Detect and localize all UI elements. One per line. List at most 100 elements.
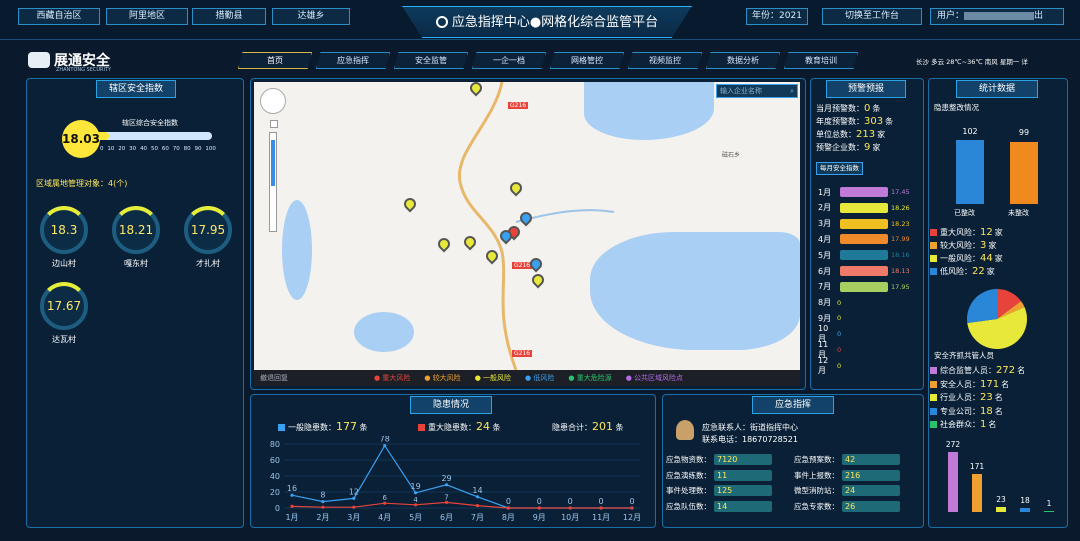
nav-data[interactable]: 数据分析 (706, 52, 780, 69)
monthly-index-button[interactable]: 每月安全指数 (816, 162, 863, 175)
month-row: 4月 17.99 (818, 233, 910, 245)
scale-tick: 30 (129, 146, 137, 152)
x-tick: 9月 (533, 513, 546, 522)
series-point (475, 495, 480, 499)
x-tick: 10月 (561, 513, 579, 522)
done-label: 已整改 (954, 209, 975, 217)
nav-home[interactable]: 首页 (238, 52, 312, 69)
staff-value: 171 (980, 378, 1000, 390)
contact-label: 应急联系人： (702, 423, 750, 432)
x-tick: 8月 (502, 513, 515, 522)
total-value: 201 (592, 420, 613, 433)
village-name: 嘎东村 (124, 259, 148, 268)
search-icon[interactable]: ⌕ (790, 85, 794, 97)
legend-general: ● 一般风险 (474, 374, 512, 382)
x-tick: 11月 (592, 513, 610, 522)
legend-swatch (930, 229, 937, 236)
risk-pin[interactable] (507, 179, 525, 198)
month-value: 0 (837, 330, 842, 339)
month-row: 11月 0 (818, 340, 841, 359)
risk-pin[interactable] (529, 271, 547, 290)
y-tick: 80 (270, 440, 280, 449)
prefecture-button[interactable]: 阿里地区 (106, 8, 188, 25)
scale-tick: 50 (150, 146, 158, 152)
village-name: 才扎村 (196, 259, 220, 268)
stat-label: 当月预警数： (816, 104, 864, 113)
staff-bar-value: 23 (996, 494, 1006, 504)
month-value: 0 (837, 314, 842, 323)
data-label: 19 (411, 482, 421, 491)
staff-label: 行业人员： (940, 393, 980, 402)
map-search-input[interactable]: 输入企业名称 ⌕ (716, 84, 798, 98)
legend-text: 重大风险 (382, 374, 411, 382)
nav-grid[interactable]: 网格管控 (550, 52, 624, 69)
month-value: 18.16 (891, 251, 910, 260)
major-label: 重大隐患数： (428, 423, 476, 432)
contact-value: 街道指挥中心 (750, 423, 798, 432)
unit: 条 (492, 423, 501, 432)
staff-list: 综合监管人员：272 名安全人员：171 名行业人员：23 名专业公司：18 名社会群众… (930, 364, 1025, 432)
nav-safety[interactable]: 安全监管 (394, 52, 468, 69)
phone-value: 18670728521 (742, 435, 798, 444)
nav-video[interactable]: 视频监控 (628, 52, 702, 69)
emergency-item-value: 216 (842, 469, 900, 481)
scale-tick: 0 (100, 146, 104, 152)
pie-slice (967, 289, 997, 324)
map-pan-control[interactable] (260, 88, 286, 114)
risk-value: 12 (980, 227, 993, 238)
risk-pin[interactable] (497, 227, 515, 246)
month-row: 8月 0 (818, 297, 841, 309)
nav-training[interactable]: 教育培训 (784, 52, 858, 69)
month-label: 6月 (818, 266, 832, 276)
risk-pin[interactable] (461, 233, 479, 252)
data-label: 12 (349, 487, 359, 496)
staff-unit: 名 (988, 420, 997, 429)
general-label: 一般隐患数： (288, 423, 336, 432)
month-row: 6月 18.13 (818, 265, 910, 277)
nav-emergency[interactable]: 应急指挥 (316, 52, 390, 69)
logout-link[interactable]: 出 (1034, 11, 1043, 21)
index-value: 18.03 (62, 120, 100, 158)
stats-title: 统计数据 (956, 80, 1038, 98)
legend-swatch (278, 424, 285, 431)
x-tick: 6月 (440, 513, 453, 522)
month-value: 17.99 (891, 235, 910, 244)
staff-unit: 名 (1017, 366, 1026, 375)
county-button[interactable]: 措勤县 (192, 8, 266, 25)
risk-pin[interactable] (527, 255, 545, 274)
user-info[interactable]: 用户： 出 (930, 8, 1064, 25)
stat-label: 年度预警数： (816, 117, 864, 126)
series-point (321, 500, 325, 504)
month-row: 12月 0 (818, 356, 841, 375)
risk-pin[interactable] (517, 209, 535, 228)
nav-enterprise[interactable]: 一企一档 (472, 52, 546, 69)
user-label: 用户： (937, 11, 965, 21)
year-select[interactable]: 年份：2021 (746, 8, 808, 25)
series-point (352, 496, 356, 500)
risk-list: 重大风险：12 家较大风险：3 家一般风险：44 家低风险：22 家 (930, 226, 1003, 278)
township-button[interactable]: 达雄乡 (272, 8, 350, 25)
risk-pin[interactable] (435, 235, 453, 254)
risk-pin[interactable] (467, 82, 485, 98)
staff-bar-value: 1 (1046, 499, 1052, 508)
data-label: 0 (537, 497, 542, 506)
staff-item: 安全人员：171 名 (930, 378, 1025, 392)
scale-tick: 10 (107, 146, 115, 152)
emergency-item-value: 42 (842, 454, 900, 465)
risk-item: 较大风险：3 家 (930, 239, 1003, 252)
staff-label: 社会群众： (940, 420, 980, 429)
risk-pin[interactable] (483, 247, 501, 266)
map-canvas[interactable]: G216 G216 G216 磁石乡 输入企业名称 ⌕ (254, 82, 800, 370)
staff-bar (1020, 508, 1030, 512)
series-point (290, 493, 294, 497)
scale-tick: 70 (172, 146, 180, 152)
data-label: 8 (320, 491, 325, 500)
risk-item: 低风险：22 家 (930, 265, 1003, 278)
region-button[interactable]: 西藏自治区 (18, 8, 100, 25)
switch-workbench-button[interactable]: 切换至工作台 (822, 8, 922, 25)
village-gauge: 17.95 (184, 206, 232, 254)
map-locate-icon[interactable] (270, 120, 278, 128)
month-value: 18.26 (891, 203, 910, 212)
risk-pin[interactable] (401, 195, 419, 214)
stat-value: 9 (864, 142, 871, 153)
